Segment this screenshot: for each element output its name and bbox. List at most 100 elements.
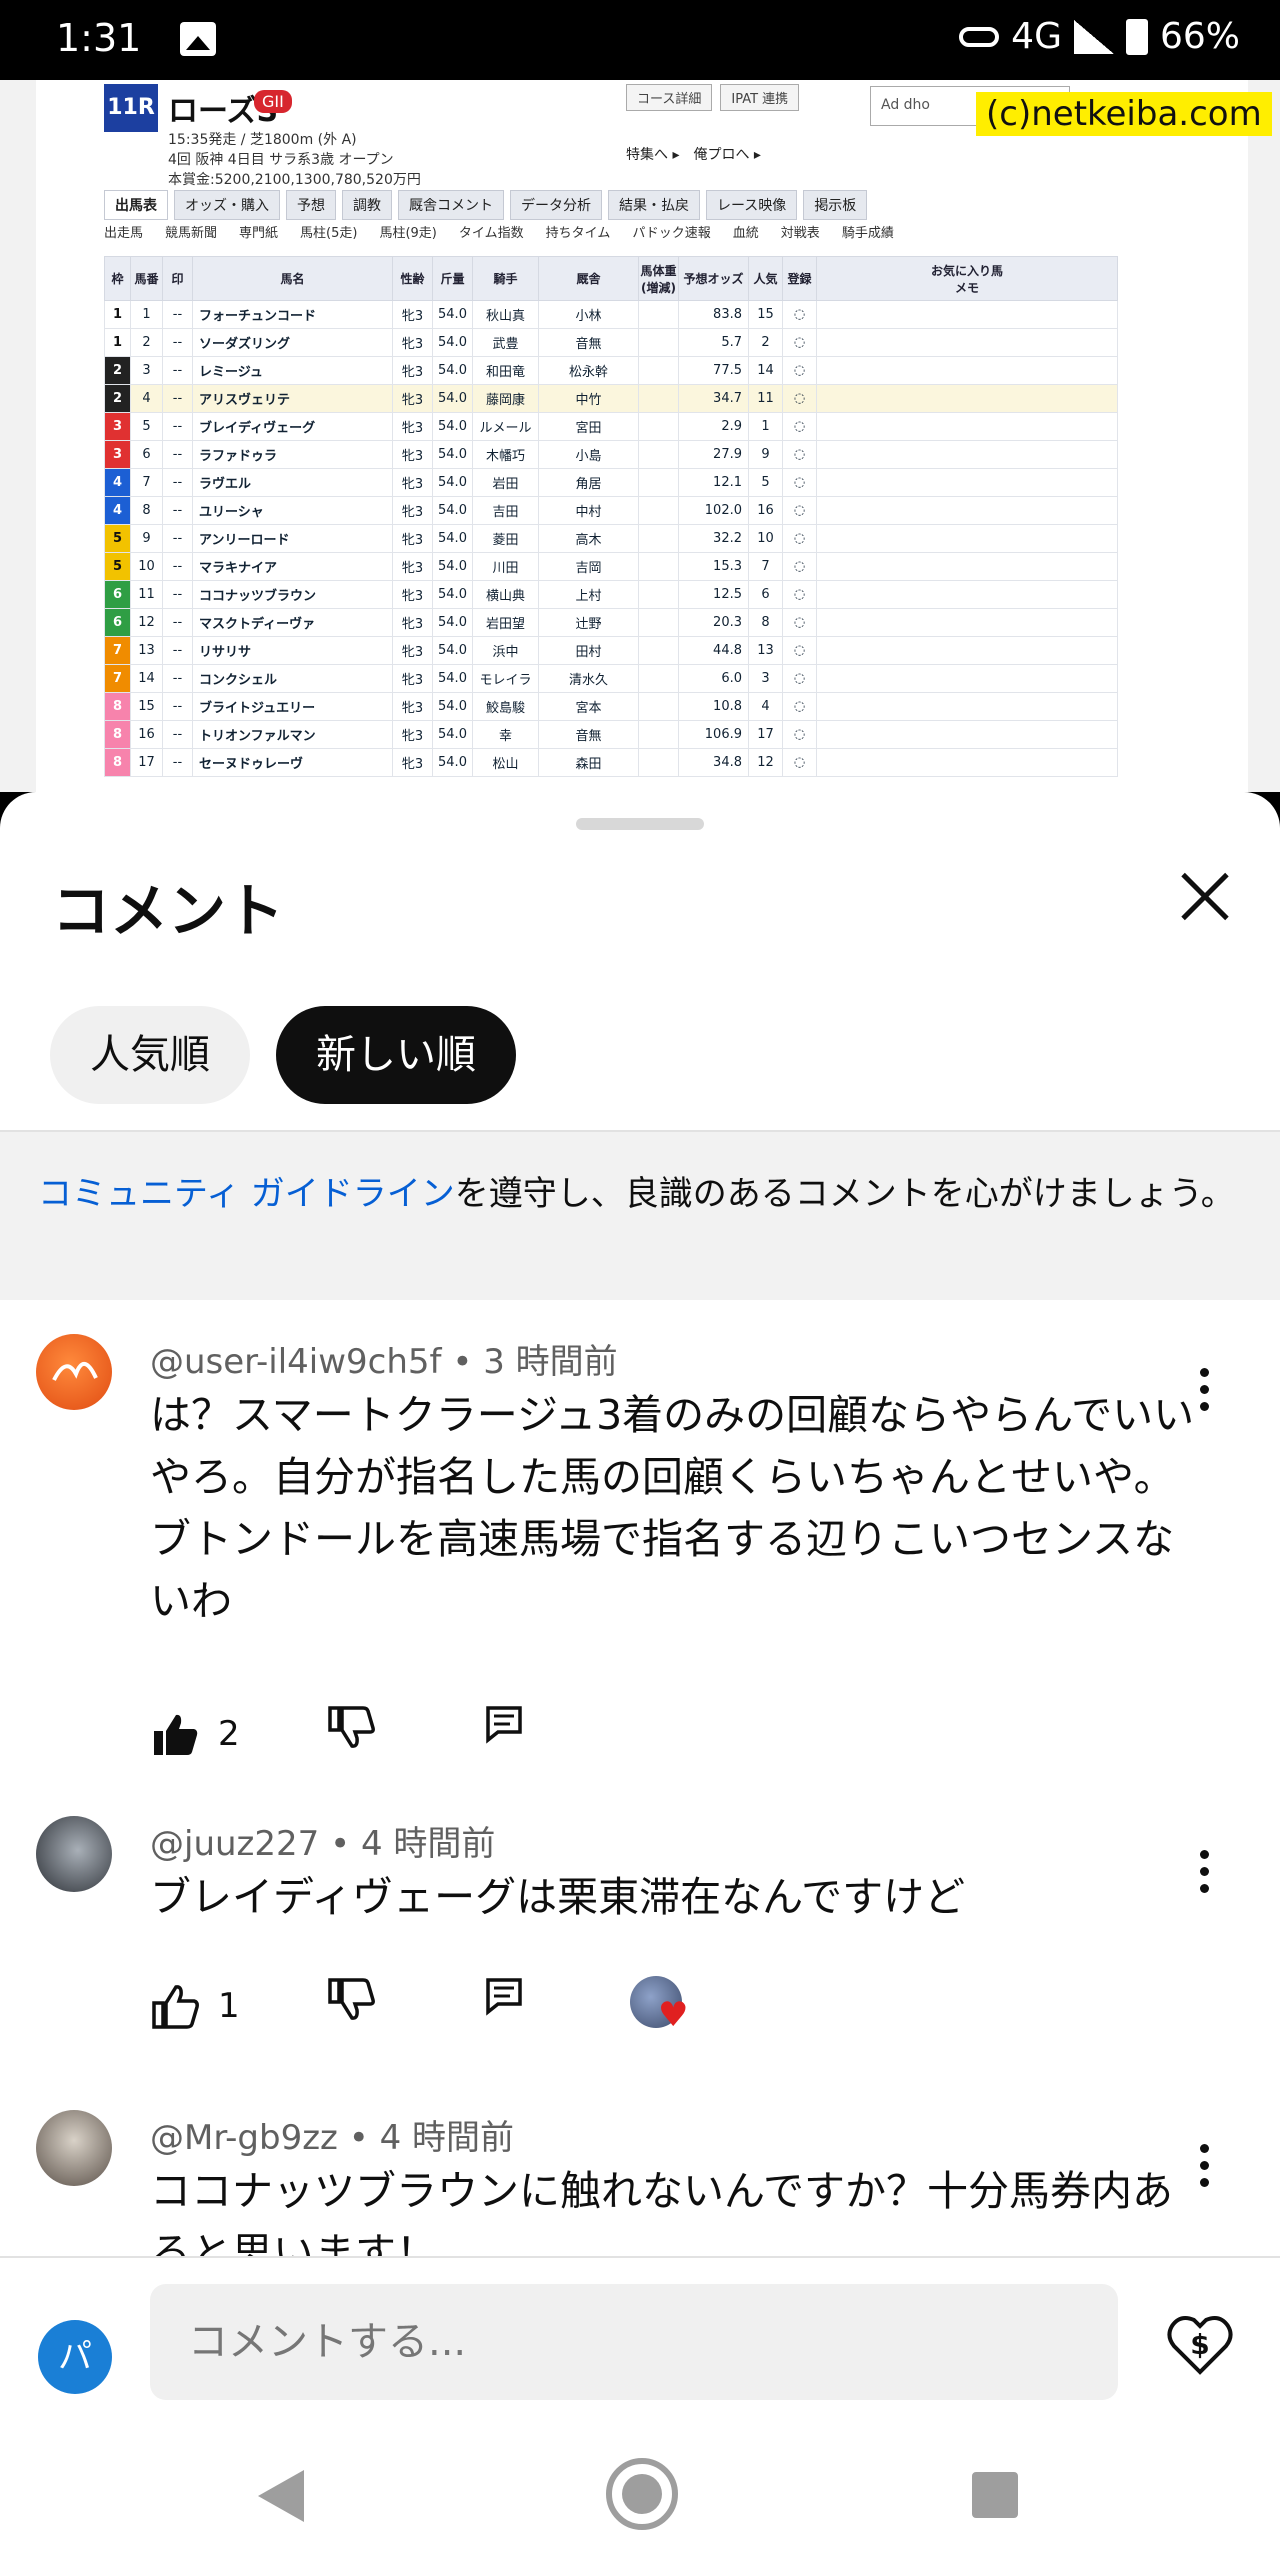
entries-header-row: 枠 馬番 印 馬名 性齢 斤量 騎手 厩舎 馬体重(増減) 予想オッズ 人気 登… xyxy=(104,256,1118,301)
cell-sei: 牝3 xyxy=(392,636,433,665)
table-row: 2 3 -- レミージュ 牝3 54.0 和田竜 松永幹 77.5 14 ◌ xyxy=(104,356,1118,385)
cell-name: ラヴエル xyxy=(192,468,393,497)
chip-top-comments[interactable]: 人気順 xyxy=(50,1006,250,1104)
cell-stable: 角居 xyxy=(538,468,639,497)
cell-waku: 6 xyxy=(104,608,131,637)
entries-table: 枠 馬番 印 馬名 性齢 斤量 騎手 厩舎 馬体重(増減) 予想オッズ 人気 登… xyxy=(104,256,1118,777)
video-frame: 11R ローズS GII 15:35発走 / 芝1800m (外 A) 4回 阪… xyxy=(36,80,1272,792)
dislike-icon xyxy=(328,1706,375,1748)
cell-sei: 牝3 xyxy=(392,748,433,777)
comment-actions: 2 xyxy=(150,1704,950,1764)
comment-author-line[interactable]: @juuz227 • 4 時間前 xyxy=(150,1816,495,1865)
cell-kin: 54.0 xyxy=(432,552,473,581)
avatar[interactable] xyxy=(36,1334,112,1410)
cell-sei: 牝3 xyxy=(392,356,433,385)
col-header: 枠 xyxy=(104,256,131,301)
register-cell: ◌ xyxy=(782,328,817,357)
cell-kin: 54.0 xyxy=(432,412,473,441)
thanks-button[interactable]: $ xyxy=(1164,2308,1236,2380)
like-button[interactable]: 1 xyxy=(150,1976,260,2036)
col-header: 人気 xyxy=(748,256,783,301)
cell-jockey: 松山 xyxy=(472,748,539,777)
site-tab: 調教 xyxy=(342,190,392,220)
cell-sei: 牝3 xyxy=(392,300,433,329)
col-header: 馬体重(増減) xyxy=(638,256,679,301)
ipat-button: IPAT 連携 xyxy=(720,84,800,111)
cell-kin: 54.0 xyxy=(432,692,473,721)
cell-name: ラファドゥラ xyxy=(192,440,393,469)
dislike-button[interactable] xyxy=(326,1976,386,2036)
cell-stable: 高木 xyxy=(538,524,639,553)
drag-handle[interactable] xyxy=(576,818,704,830)
cell-uma: 2 xyxy=(130,328,163,357)
reply-icon xyxy=(486,1978,522,2016)
cell-jockey: 和田竜 xyxy=(472,356,539,385)
cell-uma: 14 xyxy=(130,664,163,693)
cell-uma: 13 xyxy=(130,636,163,665)
cell-odds: 5.7 xyxy=(678,328,749,357)
comment-input[interactable] xyxy=(150,2284,1118,2400)
cell-odds: 83.8 xyxy=(678,300,749,329)
mark-cell: -- xyxy=(162,748,193,777)
col-header: 馬名 xyxy=(192,256,393,301)
guideline-link[interactable]: コミュニティ ガイドライン xyxy=(38,1174,455,1214)
cell-odds: 106.9 xyxy=(678,720,749,749)
comment-author-line[interactable]: @user-il4iw9ch5f • 3 時間前 xyxy=(150,1334,618,1383)
cell-uma: 10 xyxy=(130,552,163,581)
avatar[interactable] xyxy=(36,1816,112,1892)
mark-cell: -- xyxy=(162,412,193,441)
cell-jockey: 幸 xyxy=(472,720,539,749)
like-button[interactable]: 2 xyxy=(150,1704,260,1764)
avatar[interactable] xyxy=(36,2110,112,2186)
cell-kin: 54.0 xyxy=(432,636,473,665)
cell-kin: 54.0 xyxy=(432,440,473,469)
col-header: 騎手 xyxy=(472,256,539,301)
empty-cell xyxy=(816,720,1118,749)
sort-chips: 人気順 新しい順 xyxy=(50,1006,516,1104)
cell-odds: 44.8 xyxy=(678,636,749,665)
video-player[interactable]: 11R ローズS GII 15:35発走 / 芝1800m (外 A) 4回 阪… xyxy=(0,80,1280,792)
empty-cell xyxy=(816,692,1118,721)
cell-waku: 5 xyxy=(104,552,131,581)
table-row: 7 14 -- コンクシェル 牝3 54.0 モレイラ 清水久 6.0 3 ◌ xyxy=(104,664,1118,693)
comment-author-line[interactable]: @Mr-gb9zz • 4 時間前 xyxy=(150,2110,514,2159)
cell-stable: 宮田 xyxy=(538,412,639,441)
empty-cell xyxy=(638,748,679,777)
reply-button[interactable] xyxy=(484,1704,544,1764)
cell-name: ブレイディヴェーグ xyxy=(192,412,393,441)
cell-kin: 54.0 xyxy=(432,328,473,357)
cell-kin: 54.0 xyxy=(432,468,473,497)
cell-sei: 牝3 xyxy=(392,328,433,357)
reply-button[interactable] xyxy=(484,1976,544,2036)
cell-stable: 松永幹 xyxy=(538,356,639,385)
cell-stable: 宮本 xyxy=(538,692,639,721)
cell-kin: 54.0 xyxy=(432,748,473,777)
table-row: 4 7 -- ラヴエル 牝3 54.0 岩田 角居 12.1 5 ◌ xyxy=(104,468,1118,497)
race-info: 15:35発走 / 芝1800m (外 A) 4回 阪神 4日目 サラ系3歳 オ… xyxy=(168,130,421,190)
back-icon[interactable] xyxy=(258,2470,304,2522)
cell-jockey: 横山典 xyxy=(472,580,539,609)
empty-cell xyxy=(816,440,1118,469)
cell-kin: 54.0 xyxy=(432,720,473,749)
image-icon xyxy=(180,22,216,56)
register-cell: ◌ xyxy=(782,440,817,469)
home-icon[interactable] xyxy=(606,2458,678,2530)
cell-pop: 17 xyxy=(748,720,783,749)
close-icon[interactable] xyxy=(1170,862,1240,932)
cell-uma: 16 xyxy=(130,720,163,749)
dislike-button[interactable] xyxy=(326,1704,386,1764)
status-bar: 1:31 4G 66% xyxy=(0,0,1280,80)
cell-pop: 12 xyxy=(748,748,783,777)
mark-cell: -- xyxy=(162,608,193,637)
cell-sei: 牝3 xyxy=(392,496,433,525)
cell-stable: 中村 xyxy=(538,496,639,525)
mark-cell: -- xyxy=(162,636,193,665)
race-links: 特集へ ▸ 俺プロへ ▸ xyxy=(626,147,761,163)
col-header: 登録 xyxy=(782,256,817,301)
recents-icon[interactable] xyxy=(972,2472,1018,2518)
comment-author: @Mr-gb9zz xyxy=(150,2118,338,2158)
empty-cell xyxy=(638,328,679,357)
user-avatar[interactable]: パ xyxy=(38,2320,112,2394)
chip-newest-first[interactable]: 新しい順 xyxy=(276,1006,516,1104)
col-header: 予想オッズ xyxy=(678,256,749,301)
